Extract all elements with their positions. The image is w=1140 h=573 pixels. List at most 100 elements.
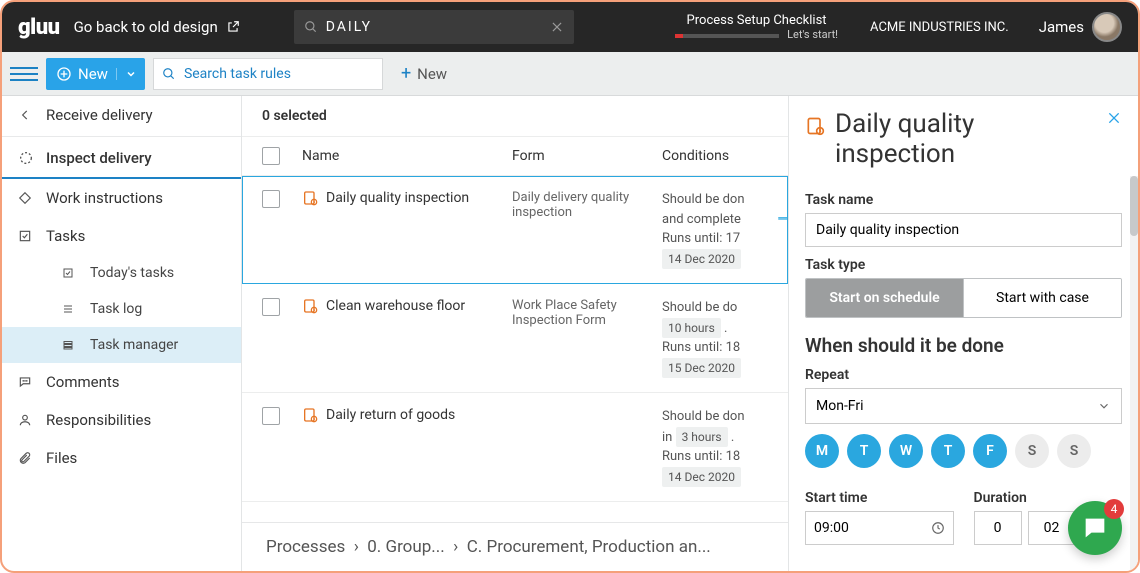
new-rule-label: New (417, 65, 447, 83)
date-chip: 14 Dec 2020 (662, 249, 741, 269)
grid-icon (62, 339, 80, 351)
sidebar-item-responsibilities[interactable]: Responsibilities (2, 401, 241, 439)
task-name-input[interactable] (805, 213, 1122, 247)
person-icon (18, 413, 36, 427)
col-name[interactable]: Name (302, 148, 512, 164)
chevron-down-icon[interactable] (116, 68, 137, 80)
table-row[interactable]: Clean warehouse floor Work Place Safety … (242, 284, 788, 393)
process-setup-checklist[interactable]: Process Setup Checklist Let's start! (675, 13, 838, 41)
resize-handle[interactable]: || (776, 216, 788, 219)
task-name-text: Daily return of goods (326, 407, 455, 423)
sidebar-current[interactable]: Inspect delivery (2, 139, 241, 179)
table-row[interactable]: Daily quality inspection Daily delivery … (242, 176, 788, 284)
sidebar-subitem-label: Task log (90, 301, 142, 317)
plus-circle-icon (56, 66, 72, 82)
sidebar-subitem-label: Today's tasks (90, 265, 174, 281)
seg-start-schedule[interactable]: Start on schedule (806, 279, 963, 317)
crumb[interactable]: 0. Group... (367, 537, 445, 557)
when-label: When should it be done (805, 334, 1122, 357)
task-type-label: Task type (805, 257, 1122, 273)
col-conditions[interactable]: Conditions (662, 148, 768, 164)
chat-badge: 4 (1104, 499, 1124, 519)
breadcrumb[interactable]: Processes › 0. Group... › C. Procurement… (242, 522, 788, 571)
duration-hours-input[interactable]: 0 (974, 511, 1022, 545)
day-thu[interactable]: T (931, 434, 965, 468)
list-icon (62, 303, 80, 315)
scrollbar[interactable] (1130, 176, 1138, 571)
repeat-select[interactable]: Mon-Fri (805, 388, 1122, 424)
check-square-icon (62, 267, 80, 279)
repeat-label: Repeat (805, 367, 1122, 383)
plus-icon: + (401, 63, 411, 84)
new-button-label: New (78, 65, 108, 83)
day-wed[interactable]: W (889, 434, 923, 468)
menu-toggle[interactable] (10, 60, 38, 88)
checklist-cta: Let's start! (787, 28, 838, 41)
conditions-text: Should be do 10 hours . Runs until: 18 1… (662, 298, 768, 378)
comment-icon (18, 375, 36, 389)
content: 0 selected Name Form Conditions Daily qu… (242, 96, 788, 571)
go-back-link[interactable]: Go back to old design (74, 18, 240, 36)
sidebar-subitem-todays-tasks[interactable]: Today's tasks (2, 255, 241, 291)
new-rule-button[interactable]: + New (401, 63, 447, 84)
col-form[interactable]: Form (512, 148, 662, 164)
checklist-title: Process Setup Checklist (675, 13, 838, 28)
hours-chip: 10 hours (662, 318, 721, 338)
task-icon (805, 116, 825, 136)
company-name[interactable]: ACME INDUSTRIES INC. (870, 20, 1009, 35)
task-name-text: Clean warehouse floor (326, 298, 465, 314)
table-row[interactable]: Daily return of goods Should be don in 3… (242, 393, 788, 502)
sidebar-current-label: Inspect delivery (46, 149, 152, 167)
start-time-input[interactable]: 09:00 (805, 511, 954, 545)
rule-search[interactable] (153, 58, 383, 90)
sidebar-item-comments[interactable]: Comments (2, 363, 241, 401)
crumb[interactable]: C. Procurement, Production an... (467, 537, 711, 557)
task-icon (302, 298, 318, 314)
day-sat[interactable]: S (1015, 434, 1049, 468)
avatar (1092, 12, 1122, 42)
task-name-text: Daily quality inspection (326, 190, 469, 206)
day-fri[interactable]: F (973, 434, 1007, 468)
user-name: James (1039, 18, 1084, 36)
chat-button[interactable]: 4 (1068, 501, 1122, 555)
logo: gluu (18, 15, 60, 40)
sidebar-item-work-instructions[interactable]: Work instructions (2, 179, 241, 217)
task-icon (302, 190, 318, 206)
search-icon (304, 20, 318, 34)
row-checkbox[interactable] (262, 190, 280, 208)
sidebar-item-tasks[interactable]: Tasks (2, 217, 241, 255)
table-header: Name Form Conditions (242, 137, 788, 176)
seg-start-case[interactable]: Start with case (963, 279, 1121, 317)
day-mon[interactable]: M (805, 434, 839, 468)
rule-search-input[interactable] (184, 66, 374, 82)
global-search-input[interactable] (326, 19, 550, 35)
clear-search-icon[interactable] (550, 20, 564, 34)
hours-chip: 3 hours (676, 427, 728, 447)
close-drawer-button[interactable] (1106, 110, 1122, 126)
day-tue[interactable]: T (847, 434, 881, 468)
paperclip-icon (18, 451, 36, 465)
sidebar-back[interactable]: Receive delivery (2, 96, 241, 134)
form-text: Work Place Safety Inspection Form (512, 298, 662, 378)
sidebar-subitem-label: Task manager (90, 337, 178, 353)
sidebar-subitem-task-log[interactable]: Task log (2, 291, 241, 327)
select-all-checkbox[interactable] (262, 147, 280, 165)
global-search[interactable] (294, 10, 574, 44)
sidebar-back-label: Receive delivery (46, 106, 153, 124)
check-square-icon (18, 229, 36, 243)
day-pills: M T W T F S S (805, 434, 1122, 468)
checklist-progress (675, 34, 779, 38)
sidebar-item-label: Files (46, 449, 77, 467)
sidebar-item-files[interactable]: Files (2, 439, 241, 477)
row-checkbox[interactable] (262, 407, 280, 425)
day-sun[interactable]: S (1057, 434, 1091, 468)
crumb[interactable]: Processes (266, 537, 345, 557)
date-chip: 15 Dec 2020 (662, 358, 741, 378)
row-checkbox[interactable] (262, 298, 280, 316)
clock-icon (931, 521, 945, 535)
sidebar-item-label: Tasks (46, 227, 85, 245)
new-button[interactable]: New (46, 58, 145, 90)
user-menu[interactable]: James (1039, 12, 1122, 42)
refresh-icon (18, 150, 36, 166)
sidebar-subitem-task-manager[interactable]: Task manager (2, 327, 241, 363)
